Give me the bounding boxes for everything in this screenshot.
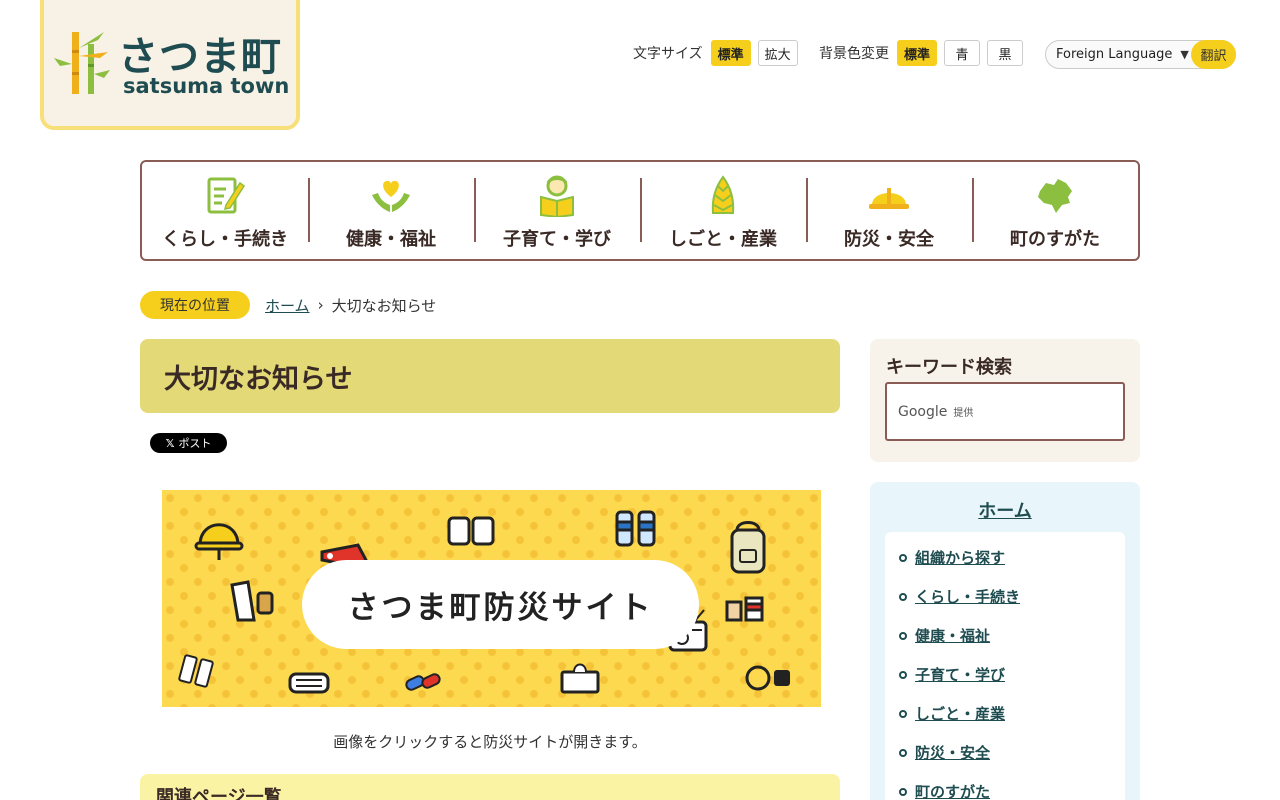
bullet-icon	[899, 749, 907, 757]
helmet-icon	[869, 188, 909, 209]
background-standard-button[interactable]: 標準	[897, 40, 938, 66]
child-book-icon	[540, 175, 574, 217]
nav-item-work[interactable]: しごと・産業	[640, 162, 806, 259]
breadcrumb: 現在の位置 ホーム › 大切なお知らせ	[140, 291, 436, 319]
bullet-icon	[899, 632, 907, 640]
side-link-work[interactable]: しごと・産業	[915, 703, 1005, 724]
list-item: しごと・産業	[885, 703, 1125, 742]
font-size-large-button[interactable]: 拡大	[757, 40, 798, 66]
bamboo-shoot-icon	[711, 175, 735, 214]
background-color-label: 背景色変更	[819, 46, 889, 62]
list-item: 組織から探す	[885, 547, 1125, 586]
x-post-button[interactable]: 𝕏 ポスト	[150, 433, 227, 453]
background-black-button[interactable]: 黒	[987, 40, 1024, 66]
bullet-icon	[899, 554, 907, 562]
nav-item-health[interactable]: 健康・福祉	[308, 162, 474, 259]
bullet-icon	[899, 593, 907, 601]
bamboo-icon	[54, 32, 110, 94]
list-item: 町のすがた	[885, 781, 1125, 800]
nav-label-safety: 防災・安全	[844, 229, 934, 250]
list-item: 子育て・学び	[885, 664, 1125, 703]
side-navigation: ホーム 組織から探す くらし・手続き 健康・福祉 子育て・学び しごと・産業 防…	[870, 482, 1140, 800]
translate-button[interactable]: 翻訳	[1191, 40, 1236, 69]
x-post-label: ポスト	[178, 437, 212, 450]
nav-label-living: くらし・手続き	[162, 229, 288, 250]
nav-item-living[interactable]: くらし・手続き	[142, 162, 308, 259]
banner-caption: 画像をクリックすると防災サイトが開きます。	[333, 733, 647, 751]
nav-item-childcare[interactable]: 子育て・学び	[474, 162, 640, 259]
banner-title: さつま町防災サイト	[302, 560, 699, 649]
heart-hands-icon	[372, 180, 410, 212]
backpack-icon	[730, 521, 766, 574]
breadcrumb-current: 大切なお知らせ	[331, 296, 437, 315]
search-provided-label: 提供	[953, 408, 974, 419]
breadcrumb-badge: 現在の位置	[140, 291, 250, 319]
canned-food-icon	[725, 596, 764, 622]
related-pages-heading: 関連ページ一覧	[140, 774, 840, 800]
logo-name-en: satsuma town	[123, 74, 290, 98]
font-size-label: 文字サイズ	[633, 46, 703, 62]
mask-icon	[288, 672, 330, 694]
breadcrumb-home-link[interactable]: ホーム	[265, 295, 310, 316]
list-item: 防災・安全	[885, 742, 1125, 781]
bullet-icon	[899, 788, 907, 796]
side-link-health[interactable]: 健康・福祉	[915, 625, 990, 646]
side-menu-list: 組織から探す くらし・手続き 健康・福祉 子育て・学び しごと・産業 防災・安全…	[885, 532, 1125, 800]
list-item: 健康・福祉	[885, 625, 1125, 664]
page-title: 大切なお知らせ	[140, 339, 840, 413]
side-link-safety[interactable]: 防災・安全	[915, 742, 990, 763]
list-item: くらし・手続き	[885, 586, 1125, 625]
disaster-site-banner[interactable]: さつま町防災サイト	[162, 490, 821, 707]
font-size-standard-button[interactable]: 標準	[710, 40, 751, 66]
language-select[interactable]: Foreign Language ▼ 翻訳	[1045, 40, 1236, 69]
nav-label-childcare: 子育て・学び	[503, 229, 611, 250]
nav-label-health: 健康・福祉	[346, 229, 436, 250]
chevron-right-icon: ›	[317, 296, 324, 314]
site-logo[interactable]: さつま町 satsuma town	[40, 0, 300, 130]
bullet-icon	[899, 671, 907, 679]
search-title: キーワード検索	[886, 357, 1012, 378]
side-link-town[interactable]: 町のすがた	[915, 781, 990, 800]
background-blue-button[interactable]: 青	[944, 40, 981, 66]
nav-item-town[interactable]: 町のすがた	[972, 162, 1138, 259]
google-logo: Google	[898, 403, 948, 420]
background-color-control: 背景色変更 標準 青 黒	[819, 40, 1030, 66]
keyword-search: キーワード検索 Google 提供	[870, 339, 1140, 462]
nav-item-safety[interactable]: 防災・安全	[806, 162, 972, 259]
town-map-icon	[1038, 179, 1072, 213]
x-logo-icon: 𝕏	[165, 436, 175, 450]
font-size-control: 文字サイズ 標準 拡大	[633, 40, 805, 66]
global-navigation: くらし・手続き 健康・福祉 子育て・学び しごと・産業 防災・安全 町のすがた	[140, 160, 1140, 261]
side-link-childcare[interactable]: 子育て・学び	[915, 664, 1005, 685]
document-pen-icon	[207, 177, 246, 214]
search-input[interactable]: Google 提供	[885, 382, 1125, 441]
side-home-link[interactable]: ホーム	[870, 497, 1140, 523]
side-link-organization[interactable]: 組織から探す	[915, 547, 1005, 568]
side-link-living[interactable]: くらし・手続き	[915, 586, 1020, 607]
language-select-label: Foreign Language	[1056, 47, 1173, 62]
bullet-icon	[899, 710, 907, 718]
nav-label-work: しごと・産業	[669, 229, 777, 250]
nav-label-town: 町のすがた	[1010, 229, 1100, 250]
caret-down-icon: ▼	[1180, 48, 1189, 61]
